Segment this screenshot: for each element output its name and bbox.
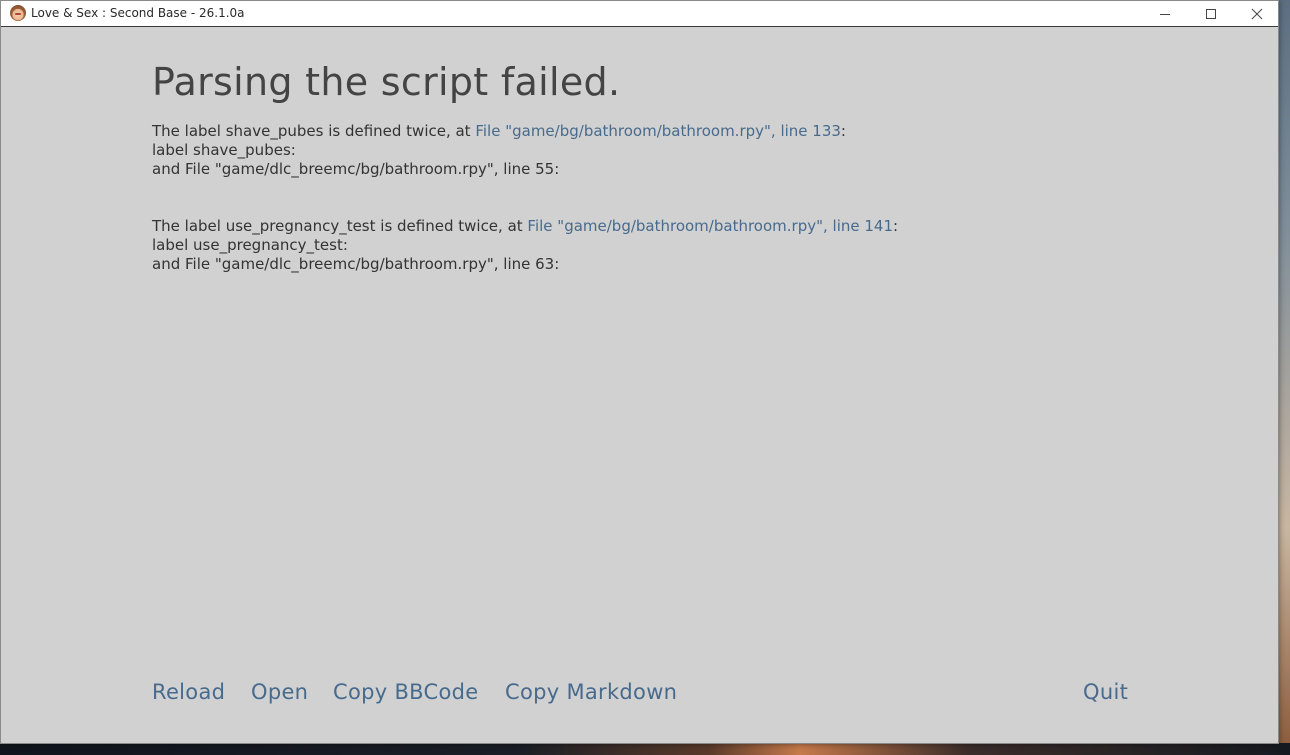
maximize-button[interactable] xyxy=(1188,1,1234,26)
code-line: label shave_pubes: xyxy=(152,141,296,159)
error-text: The label shave_pubes is defined twice, … xyxy=(152,122,476,140)
app-avatar-icon xyxy=(10,5,26,21)
open-button[interactable]: Open xyxy=(251,680,308,704)
page-title: Parsing the script failed. xyxy=(152,60,621,104)
desktop-background-bottom xyxy=(0,743,1290,755)
reload-button[interactable]: Reload xyxy=(152,680,225,704)
action-bar: Reload Open Copy BBCode Copy Markdown Qu… xyxy=(1,680,1280,710)
close-icon xyxy=(1251,8,1263,19)
error-text-suffix: : xyxy=(893,217,899,235)
error-summary-line: The label use_pregnancy_test is defined … xyxy=(152,217,898,236)
error-summary-line: The label shave_pubes is defined twice, … xyxy=(152,122,846,141)
app-window: Love & Sex : Second Base - 26.1.0a Parsi… xyxy=(0,0,1279,744)
second-location-line: and File "game/dlc_breemc/bg/bathroom.rp… xyxy=(152,255,560,273)
code-line: label use_pregnancy_test: xyxy=(152,236,348,254)
minimize-icon xyxy=(1160,13,1170,15)
error-text: The label use_pregnancy_test is defined … xyxy=(152,217,528,235)
file-location-link[interactable]: File "game/bg/bathroom/bathroom.rpy", li… xyxy=(475,122,841,140)
error-message: The label shave_pubes is defined twice, … xyxy=(152,122,846,179)
copy-bbcode-button[interactable]: Copy BBCode xyxy=(333,680,478,704)
quit-button[interactable]: Quit xyxy=(1083,680,1128,704)
window-title: Love & Sex : Second Base - 26.1.0a xyxy=(31,6,245,20)
maximize-icon xyxy=(1206,8,1216,19)
copy-markdown-button[interactable]: Copy Markdown xyxy=(505,680,677,704)
error-text-suffix: : xyxy=(840,122,846,140)
minimize-button[interactable] xyxy=(1142,1,1188,26)
second-location-line: and File "game/dlc_breemc/bg/bathroom.rp… xyxy=(152,160,560,178)
title-bar[interactable]: Love & Sex : Second Base - 26.1.0a xyxy=(1,1,1278,27)
error-message: The label use_pregnancy_test is defined … xyxy=(152,217,898,274)
file-location-link[interactable]: File "game/bg/bathroom/bathroom.rpy", li… xyxy=(527,217,893,235)
close-button[interactable] xyxy=(1234,1,1280,26)
desktop-background xyxy=(1278,0,1290,755)
